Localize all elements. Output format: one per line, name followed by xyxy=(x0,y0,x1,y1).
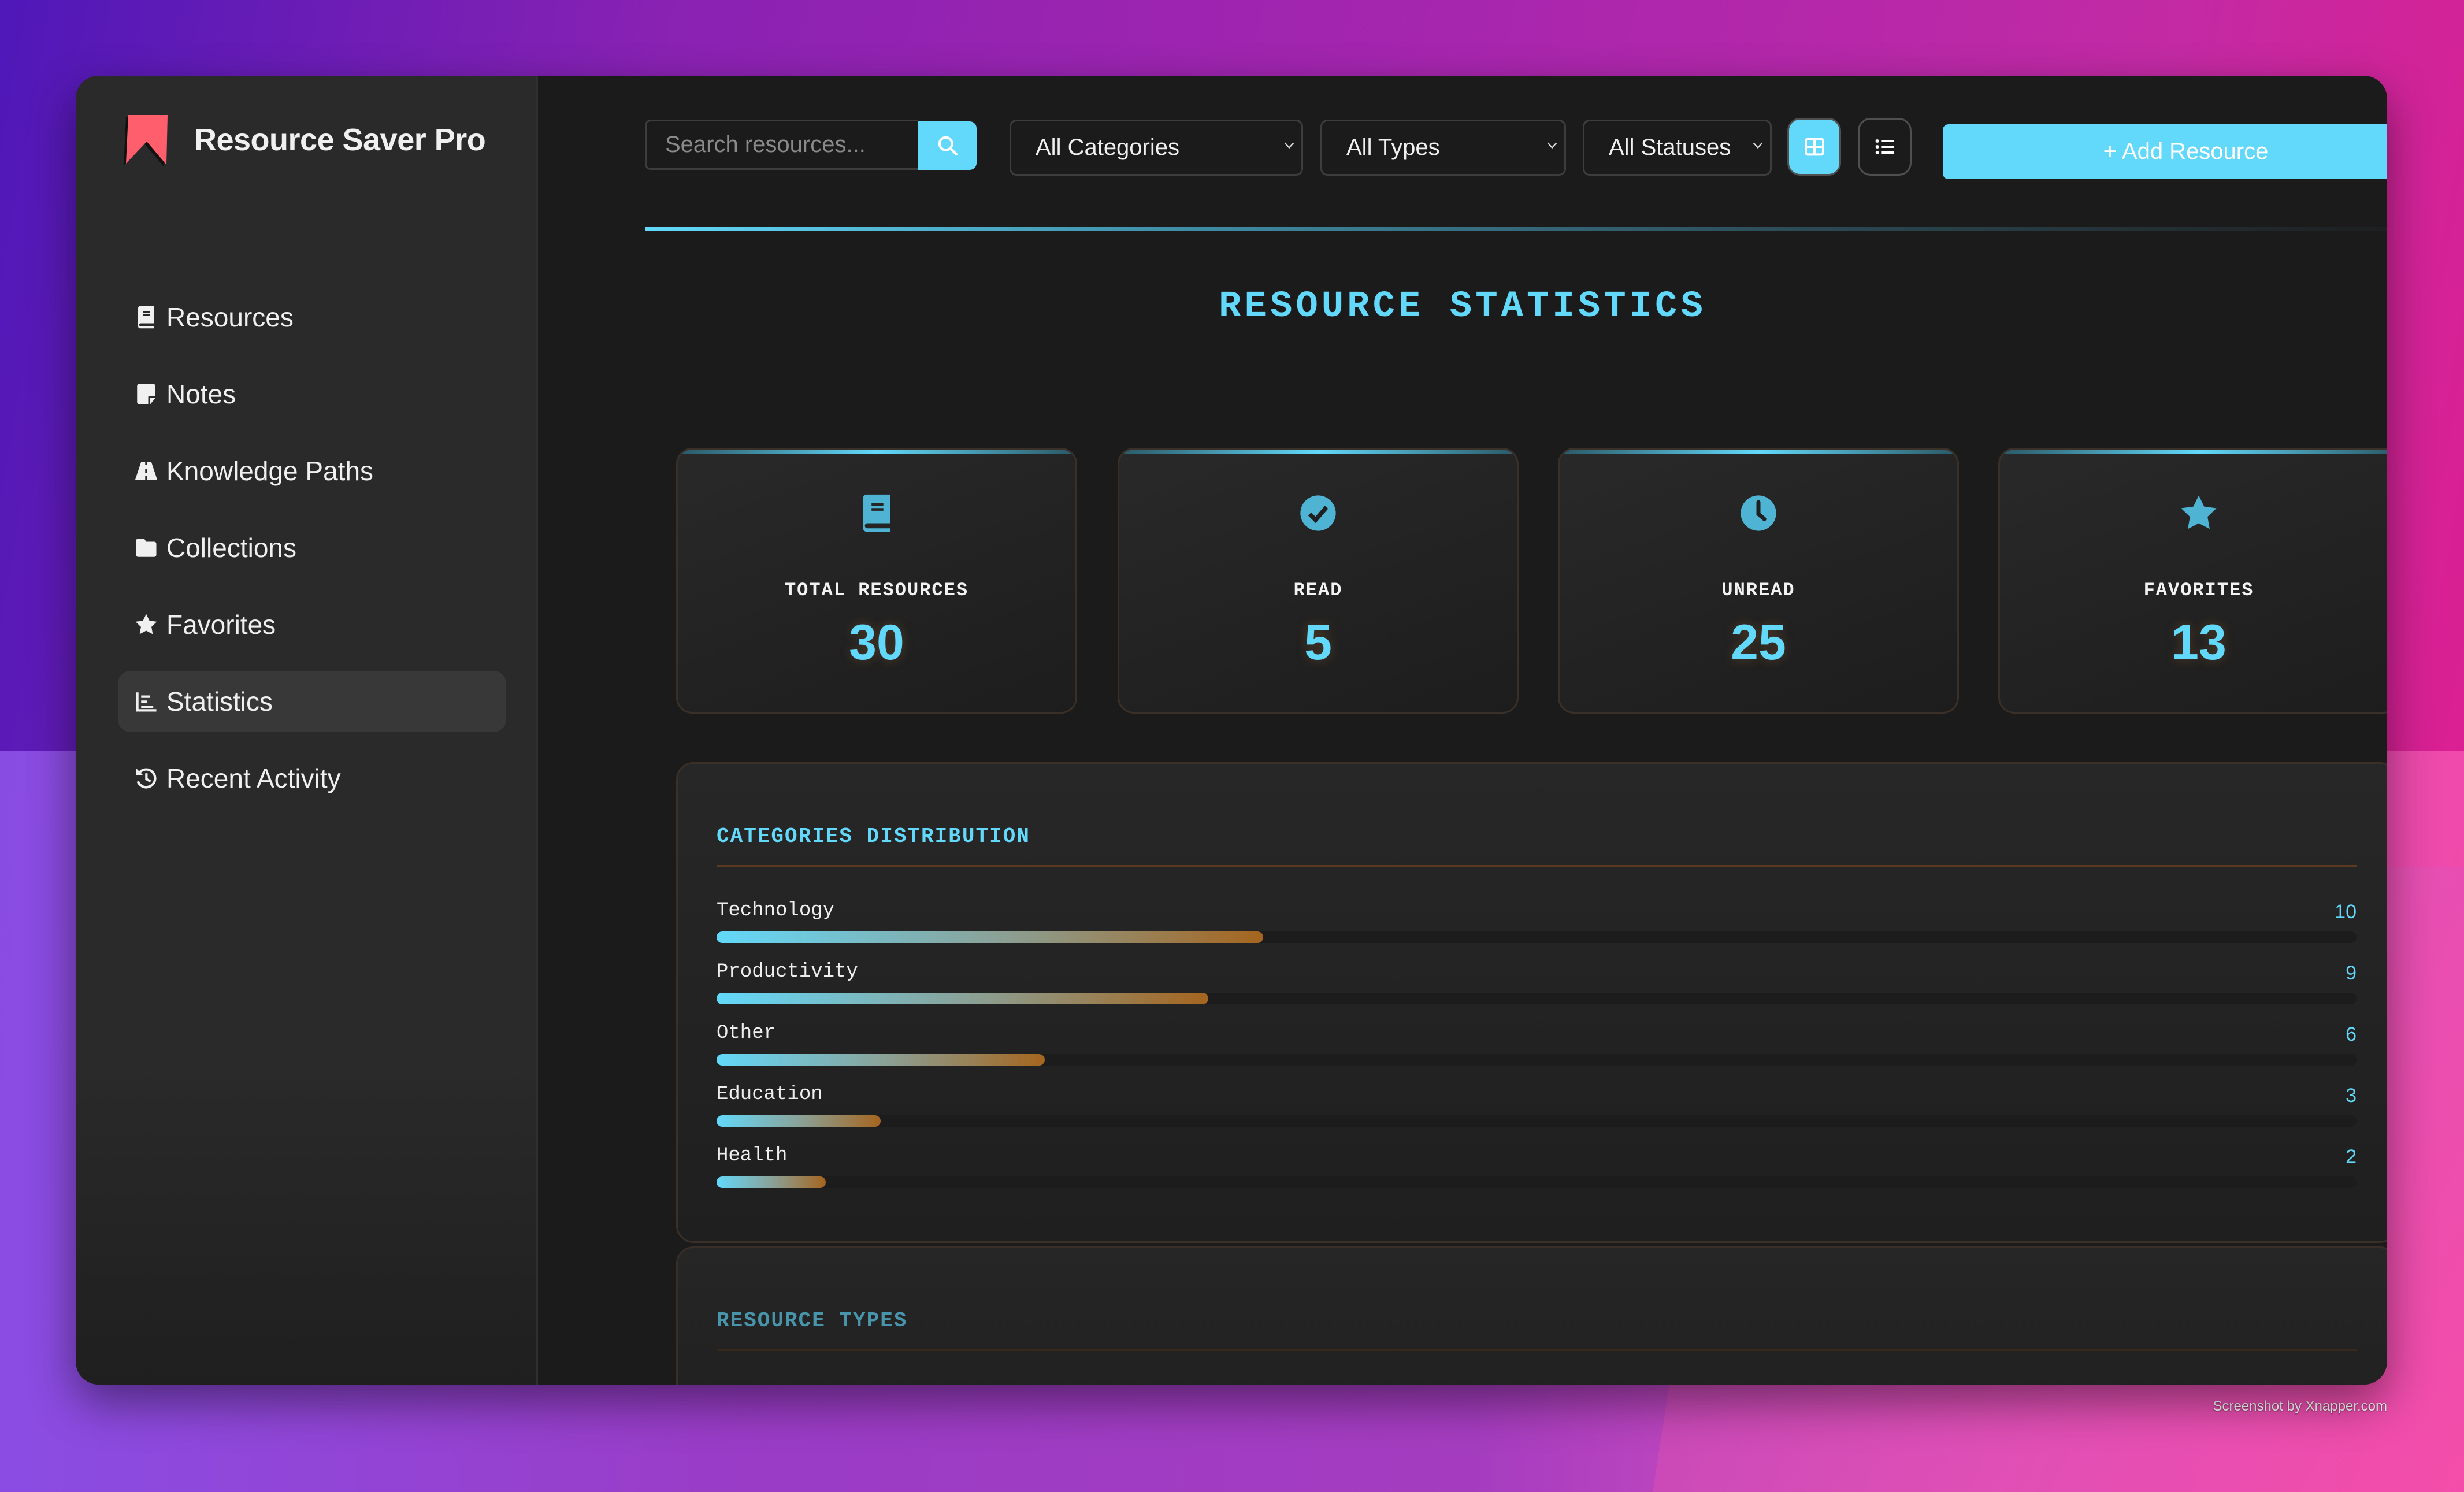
logo: Resource Saver Pro xyxy=(126,115,486,165)
stat-card-favorites: FAVORITES 13 xyxy=(1998,448,2387,714)
toolbar: All Categories All Types All Statuses xyxy=(645,118,2387,179)
status-filter-value: All Statuses xyxy=(1609,135,1731,160)
status-filter-select[interactable]: All Statuses xyxy=(1583,120,1772,176)
stat-value: 5 xyxy=(1304,615,1332,670)
grid-view-button[interactable] xyxy=(1787,118,1841,176)
categories-distribution-panel: CATEGORIES DISTRIBUTION Technology 10 Prod… xyxy=(676,762,2387,1243)
sidebar-item-label: Notes xyxy=(166,379,236,409)
sidebar-nav: Resources Notes Knowledge Paths Collecti… xyxy=(118,287,506,825)
category-bar-fill xyxy=(717,1054,1045,1066)
category-bar-track xyxy=(717,1115,2357,1127)
type-filter-select[interactable]: All Types xyxy=(1320,120,1566,176)
category-row: Technology 10 xyxy=(717,900,2357,952)
sidebar-item-statistics[interactable]: Statistics xyxy=(118,671,506,732)
chevron-down-icon xyxy=(1284,142,1294,149)
sidebar-item-recent-activity[interactable]: Recent Activity xyxy=(118,748,506,809)
stat-label: TOTAL RESOURCES xyxy=(784,580,969,601)
chevron-down-icon xyxy=(1547,142,1557,149)
sidebar-item-label: Knowledge Paths xyxy=(166,456,374,486)
category-label: Other xyxy=(717,1022,776,1044)
chart-bar-icon xyxy=(133,688,159,715)
book-icon xyxy=(133,304,159,331)
chevron-down-icon xyxy=(1753,142,1763,149)
search-icon xyxy=(938,136,958,156)
stat-value: 30 xyxy=(849,615,904,670)
check-circle-icon xyxy=(1300,495,1336,531)
folder-icon xyxy=(133,535,159,561)
category-label: Technology xyxy=(717,900,835,922)
stat-value: 25 xyxy=(1731,615,1786,670)
search-field[interactable] xyxy=(645,120,918,170)
list-icon xyxy=(1875,139,1894,154)
resource-types-panel: RESOURCE TYPES xyxy=(676,1246,2387,1385)
clock-icon xyxy=(1741,495,1776,531)
category-label: Health xyxy=(717,1145,788,1167)
book-icon xyxy=(863,494,890,532)
sidebar-item-favorites[interactable]: Favorites xyxy=(118,594,506,655)
category-count: 10 xyxy=(2335,901,2357,923)
category-label: Productivity xyxy=(717,961,858,983)
category-bar-track xyxy=(717,931,2357,943)
stat-label: READ xyxy=(1293,580,1343,601)
sidebar-item-notes[interactable]: Notes xyxy=(118,363,506,425)
sidebar-item-label: Resources xyxy=(166,302,294,332)
sidebar: Resource Saver Pro Resources Notes Knowl… xyxy=(76,76,538,1385)
category-bar-track xyxy=(717,1054,2357,1066)
category-row: Other 6 xyxy=(717,1022,2357,1074)
stat-value: 13 xyxy=(2171,615,2226,670)
watermark: Screenshot by Xnapper.com xyxy=(2213,1398,2387,1414)
panel-divider xyxy=(717,1349,2357,1351)
type-filter-value: All Types xyxy=(1346,135,1440,160)
history-icon xyxy=(133,765,159,792)
category-count: 9 xyxy=(2346,962,2357,984)
star-icon xyxy=(133,611,159,638)
page-title: RESOURCE STATISTICS xyxy=(1219,286,1706,328)
add-resource-button[interactable]: + Add Resource xyxy=(1943,124,2387,179)
category-bar-fill xyxy=(717,1115,881,1127)
sidebar-item-label: Collections xyxy=(166,533,296,563)
category-bar-track xyxy=(717,993,2357,1004)
sidebar-item-knowledge-paths[interactable]: Knowledge Paths xyxy=(118,440,506,502)
category-bar-track xyxy=(717,1176,2357,1188)
category-row: Health 2 xyxy=(717,1145,2357,1197)
category-bar-fill xyxy=(717,1176,826,1188)
category-filter-value: All Categories xyxy=(1036,135,1180,160)
panel-divider xyxy=(717,865,2357,867)
category-bar-fill xyxy=(717,993,1209,1004)
category-row: Education 3 xyxy=(717,1083,2357,1135)
sticky-note-icon xyxy=(133,381,159,407)
panel-title: CATEGORIES DISTRIBUTION xyxy=(717,825,1030,848)
bookmark-icon xyxy=(126,115,168,165)
category-bar-fill xyxy=(717,931,1263,943)
road-icon xyxy=(133,458,159,484)
stat-card-total-resources: TOTAL RESOURCES 30 xyxy=(676,448,1077,714)
category-count: 6 xyxy=(2346,1023,2357,1045)
grid-icon xyxy=(1804,138,1824,156)
list-view-button[interactable] xyxy=(1858,118,1912,176)
star-icon xyxy=(2181,495,2217,529)
category-filter-select[interactable]: All Categories xyxy=(1010,120,1303,176)
app-title: Resource Saver Pro xyxy=(194,123,486,157)
category-row: Productivity 9 xyxy=(717,961,2357,1013)
stat-label: UNREAD xyxy=(1721,580,1795,601)
category-count: 3 xyxy=(2346,1085,2357,1107)
panel-title: RESOURCE TYPES xyxy=(717,1309,908,1333)
stat-label: FAVORITES xyxy=(2143,580,2254,601)
app-window: Resource Saver Pro Resources Notes Knowl… xyxy=(76,76,2387,1385)
sidebar-item-label: Statistics xyxy=(166,686,273,717)
category-count: 2 xyxy=(2346,1146,2357,1168)
sidebar-item-label: Recent Activity xyxy=(166,763,341,793)
stat-card-read: READ 5 xyxy=(1118,448,1519,714)
sidebar-item-collections[interactable]: Collections xyxy=(118,517,506,578)
main-content: All Categories All Types All Statuses xyxy=(538,76,2387,1385)
sidebar-item-label: Favorites xyxy=(166,610,276,640)
sidebar-item-resources[interactable]: Resources xyxy=(118,287,506,348)
category-label: Education xyxy=(717,1083,823,1105)
stat-card-unread: UNREAD 25 xyxy=(1558,448,1959,714)
search-input[interactable] xyxy=(665,132,908,158)
toolbar-divider xyxy=(645,227,2387,231)
search-button[interactable] xyxy=(918,121,977,170)
